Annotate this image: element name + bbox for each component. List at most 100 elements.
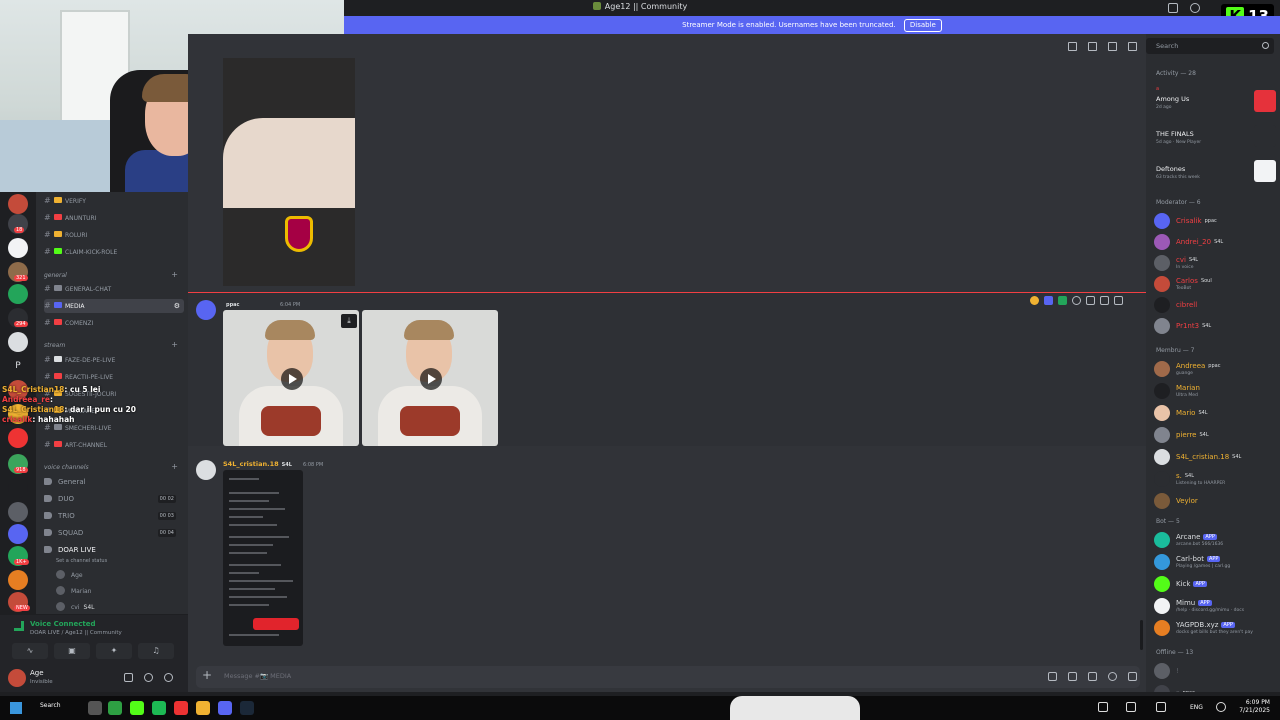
channel-settings-icon[interactable]: ⚙ [174, 299, 180, 313]
add-channel-icon[interactable]: + [171, 462, 178, 471]
notification-icon[interactable] [1088, 42, 1097, 51]
member-item[interactable]: Kick APP [1154, 574, 1280, 594]
activity-card[interactable]: Deftones 63 tracks this week [1156, 156, 1276, 186]
member-item[interactable]: Mario S4L [1154, 403, 1280, 423]
windows-icon[interactable] [10, 702, 22, 714]
avatar[interactable] [8, 669, 26, 687]
server-icon[interactable] [8, 524, 28, 544]
channel-status[interactable]: Set a channel status [56, 554, 107, 568]
avatar[interactable] [196, 300, 216, 320]
download-icon[interactable]: ⤓ [341, 314, 357, 328]
channel-item[interactable]: # FAZE-DE-PE-LIVE [44, 353, 184, 367]
member-item[interactable]: S4L_cristian.18 S4L [1154, 447, 1280, 467]
member-item[interactable]: Andreea ppac guange [1154, 359, 1280, 379]
channel-item[interactable]: # GENERAL-CHAT [44, 282, 184, 296]
avatar[interactable] [196, 460, 216, 480]
add-channel-icon[interactable]: + [171, 270, 178, 279]
voice-connected-subtitle[interactable]: DOAR LIVE / Age12 || Community [30, 630, 122, 636]
file-explorer-icon[interactable] [88, 701, 102, 715]
server-icon[interactable] [8, 428, 28, 448]
member-item[interactable]: Arcane APP arcane.bot 566/1636 [1154, 530, 1280, 550]
voice-channel[interactable]: General [44, 474, 184, 490]
channel-item[interactable]: # COMENZI [44, 316, 184, 330]
voice-user[interactable]: Marian [56, 585, 91, 599]
member-item[interactable]: Andrei_20 S4L [1154, 232, 1280, 252]
taskbar-search[interactable]: Search [40, 702, 61, 709]
voice-channel[interactable]: TRIO 00 03 [44, 508, 184, 524]
member-item[interactable]: Carl-bot APP Playing /games | carl.gg [1154, 552, 1280, 572]
member-item[interactable]: YAGPDB.xyz APP docks get bills but they ar… [1154, 618, 1280, 638]
spotify-icon[interactable] [152, 701, 166, 715]
video-attachment[interactable] [223, 310, 359, 446]
mic-icon[interactable] [124, 673, 133, 682]
channel-item[interactable]: # MEDIA ⚙ [44, 299, 184, 313]
member-item[interactable]: cvi S4L In voice [1154, 253, 1280, 273]
more-icon[interactable] [1114, 295, 1123, 305]
server-icon[interactable] [8, 238, 28, 258]
inbox-icon[interactable] [1168, 3, 1178, 13]
threads-icon[interactable] [1068, 42, 1077, 51]
apps-icon[interactable] [1128, 672, 1137, 681]
category-voice-channels[interactable]: voice channels [44, 464, 89, 471]
play-icon[interactable] [281, 368, 303, 390]
channel-item[interactable]: # ANUNTURI [44, 211, 184, 225]
image-attachment[interactable] [223, 58, 355, 286]
member-item[interactable]: Mimu APP/help · discord.gg/mimu · docs [1154, 596, 1280, 616]
member-item[interactable]: Pr1nt3 S4L [1154, 316, 1280, 336]
kick-icon[interactable] [130, 701, 144, 715]
tray-icon[interactable] [1156, 702, 1166, 712]
channel-item[interactable]: # VERIFY [44, 194, 184, 208]
reaction-icon[interactable] [1058, 295, 1067, 305]
server-icon[interactable] [8, 194, 28, 214]
member-item[interactable]: Crisalik ppac [1154, 211, 1280, 231]
forward-icon[interactable] [1100, 295, 1109, 305]
category-stream[interactable]: stream [44, 342, 65, 349]
help-icon[interactable] [1190, 3, 1200, 13]
volume-icon[interactable] [1216, 702, 1226, 712]
reaction-icon[interactable] [1044, 295, 1053, 305]
app-icon[interactable] [174, 701, 188, 715]
channel-item[interactable]: # CLAIM-KICK-ROLE [44, 245, 184, 259]
voice-user[interactable]: cvi S4L [56, 601, 95, 615]
member-item[interactable]: Carlos Soul TeoBot [1154, 274, 1280, 294]
voice-channel[interactable]: DUO 00 02 [44, 491, 184, 507]
screenshot-attachment[interactable] [223, 470, 303, 646]
member-item[interactable]: ! [1154, 661, 1280, 681]
server-icon[interactable]: P [8, 356, 28, 376]
add-channel-icon[interactable]: + [171, 340, 178, 349]
plus-icon[interactable]: + [202, 668, 212, 682]
channel-item[interactable]: # ROLURI [44, 228, 184, 242]
folder-icon[interactable] [196, 701, 210, 715]
activity-card[interactable]: THE FINALS 5d ago · New Player [1156, 121, 1276, 151]
member-item[interactable]: pierre S4L [1154, 425, 1280, 445]
voice-user[interactable]: Age [56, 569, 83, 583]
add-reaction-icon[interactable] [1072, 295, 1081, 305]
discord-icon[interactable] [218, 701, 232, 715]
headphones-icon[interactable] [144, 673, 153, 682]
pin-icon[interactable] [1108, 42, 1117, 51]
clock[interactable]: 6:09 PM 7/21/2025 [1239, 699, 1270, 715]
activity-card[interactable]: a Among Us 2d ago [1156, 86, 1276, 116]
steam-icon[interactable] [240, 701, 254, 715]
channel-item[interactable]: # REACTII-PE-LIVE [44, 370, 184, 384]
search-input[interactable]: Search [1146, 38, 1274, 54]
server-icon[interactable] [8, 284, 28, 304]
reaction-icon[interactable] [1030, 295, 1039, 305]
tray-icon[interactable] [1098, 702, 1108, 712]
gif-icon[interactable] [1068, 672, 1077, 681]
emoji-icon[interactable] [1108, 672, 1117, 681]
signal-icon[interactable] [14, 621, 24, 631]
activity-button[interactable]: ✦ [96, 643, 132, 659]
sticker-icon[interactable] [1088, 672, 1097, 681]
channel-item[interactable]: # ART-CHANNEL [44, 438, 184, 452]
scrollbar[interactable] [1140, 620, 1143, 650]
voice-channel[interactable]: SQUAD 00 04 [44, 525, 184, 541]
app-icon[interactable] [108, 701, 122, 715]
gift-icon[interactable] [1048, 672, 1057, 681]
member-item[interactable]: cibrell [1154, 295, 1280, 315]
video-attachment[interactable] [362, 310, 498, 446]
message-input[interactable]: Message #📷 MEDIA [224, 672, 291, 680]
language-indicator[interactable]: ENG [1190, 704, 1203, 711]
category-general[interactable]: general [44, 272, 67, 279]
member-list-icon[interactable] [1128, 42, 1137, 51]
